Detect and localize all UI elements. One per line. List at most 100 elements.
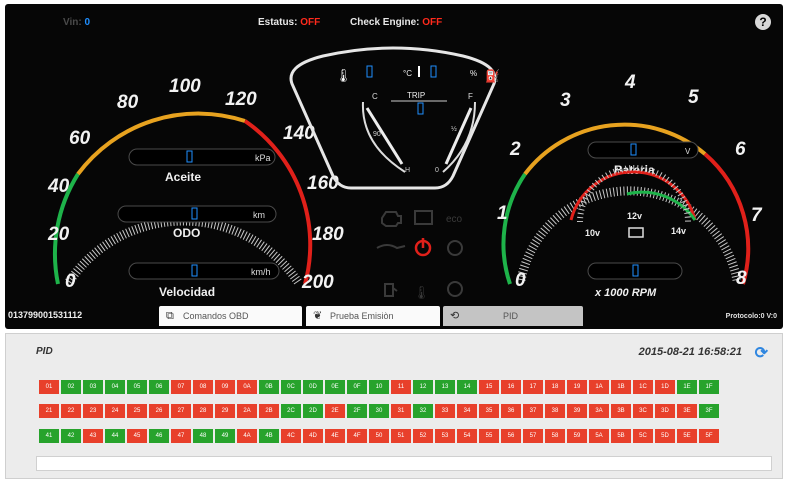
refresh-icon[interactable]: ⟳ [755,343,768,363]
pid-cell[interactable]: 33 [435,404,455,418]
tab-comandos-obd[interactable]: ⧉ Comandos OBD [159,306,302,326]
pid-cell[interactable]: 07 [171,380,191,394]
pid-cell[interactable]: 09 [215,380,235,394]
pid-cell[interactable]: 47 [171,429,191,443]
pid-cell[interactable]: 16 [501,380,521,394]
pid-cell[interactable]: 3A [589,404,609,418]
pid-cell[interactable]: 38 [545,404,565,418]
pid-cell[interactable]: 5E [677,429,697,443]
pid-cell[interactable]: 01 [39,380,59,394]
pid-cell[interactable]: 0B [259,380,279,394]
pid-cell[interactable]: 10 [369,380,389,394]
pid-cell[interactable]: 48 [193,429,213,443]
pid-cell[interactable]: 08 [193,380,213,394]
pid-cell[interactable]: 2D [303,404,323,418]
pid-cell[interactable]: 1C [633,380,653,394]
pid-cell[interactable]: 45 [127,429,147,443]
pid-cell[interactable]: 02 [61,380,81,394]
pid-cell[interactable]: 4F [347,429,367,443]
pid-cell[interactable]: 3B [611,404,631,418]
pid-cell[interactable]: 30 [369,404,389,418]
pid-cell[interactable]: 24 [105,404,125,418]
pid-cell[interactable]: 03 [83,380,103,394]
pid-cell[interactable]: 42 [61,429,81,443]
pid-cell[interactable]: 39 [567,404,587,418]
pid-cell[interactable]: 49 [215,429,235,443]
pid-cell[interactable]: 5B [611,429,631,443]
pid-cell[interactable]: 3F [699,404,719,418]
pid-cell[interactable]: 55 [479,429,499,443]
pid-cell[interactable]: 14 [457,380,477,394]
pid-cell[interactable]: 0A [237,380,257,394]
pid-cell[interactable]: 17 [523,380,543,394]
pid-cell[interactable]: 04 [105,380,125,394]
pid-cell[interactable]: 53 [435,429,455,443]
pid-cell[interactable]: 59 [567,429,587,443]
pid-cell[interactable]: 34 [457,404,477,418]
pid-cell[interactable]: 0C [281,380,301,394]
pid-output-field[interactable] [36,456,772,471]
pid-cell[interactable]: 4E [325,429,345,443]
pid-cell[interactable]: 4D [303,429,323,443]
pid-cell[interactable]: 41 [39,429,59,443]
pid-cell[interactable]: 2B [259,404,279,418]
pid-cell[interactable]: 25 [127,404,147,418]
pid-cell[interactable]: 44 [105,429,125,443]
pid-cell[interactable]: 18 [545,380,565,394]
pid-cell[interactable]: 56 [501,429,521,443]
pid-cell[interactable]: 0F [347,380,367,394]
pid-cell[interactable]: 0E [325,380,345,394]
pid-cell[interactable]: 32 [413,404,433,418]
pid-cell[interactable]: 1A [589,380,609,394]
pid-cell[interactable]: 13 [435,380,455,394]
pid-cell[interactable]: 35 [479,404,499,418]
pid-cell[interactable]: 5D [655,429,675,443]
pid-cell[interactable]: 05 [127,380,147,394]
pid-cell[interactable]: 54 [457,429,477,443]
pid-cell[interactable]: 2A [237,404,257,418]
pid-cell[interactable]: 28 [193,404,213,418]
pid-cell[interactable]: 37 [523,404,543,418]
pid-cell[interactable]: 22 [61,404,81,418]
pid-cell[interactable]: 23 [83,404,103,418]
pid-cell[interactable]: 12 [413,380,433,394]
pid-cell[interactable]: 21 [39,404,59,418]
pid-cell[interactable]: 15 [479,380,499,394]
pid-cell[interactable]: 3D [655,404,675,418]
pid-cell[interactable]: 11 [391,380,411,394]
pid-cell[interactable]: 1D [655,380,675,394]
tab-prueba-emision[interactable]: ❦ Prueba Emisiòn [306,306,440,326]
pid-cell[interactable]: 4A [237,429,257,443]
pid-cell[interactable]: 2C [281,404,301,418]
pid-cell[interactable]: 5A [589,429,609,443]
pid-cell[interactable]: 19 [567,380,587,394]
pid-cell[interactable]: 26 [149,404,169,418]
pid-cell[interactable]: 27 [171,404,191,418]
pid-cell[interactable]: 36 [501,404,521,418]
tab-pid[interactable]: ⟲ PID [443,306,583,326]
pid-cell[interactable]: 46 [149,429,169,443]
pid-cell[interactable]: 43 [83,429,103,443]
pid-cell[interactable]: 4B [259,429,279,443]
pid-cell[interactable]: 31 [391,404,411,418]
pid-cell[interactable]: 29 [215,404,235,418]
pid-cell[interactable]: 3C [633,404,653,418]
rpm-tick-label: 0 [515,270,526,291]
pid-cell[interactable]: 50 [369,429,389,443]
pid-cell[interactable]: 52 [413,429,433,443]
pid-cell[interactable]: 1F [699,380,719,394]
pid-cell[interactable]: 06 [149,380,169,394]
pid-cell[interactable]: 2F [347,404,367,418]
pid-cell[interactable]: 1B [611,380,631,394]
pid-cell[interactable]: 58 [545,429,565,443]
pid-cell[interactable]: 57 [523,429,543,443]
pid-cell[interactable]: 2E [325,404,345,418]
oil-warning-icon [376,244,406,250]
pid-cell[interactable]: 4C [281,429,301,443]
pid-cell[interactable]: 5C [633,429,653,443]
pid-cell[interactable]: 5F [699,429,719,443]
pid-cell[interactable]: 3E [677,404,697,418]
pid-cell[interactable]: 1E [677,380,697,394]
pid-cell[interactable]: 0D [303,380,323,394]
pid-cell[interactable]: 51 [391,429,411,443]
